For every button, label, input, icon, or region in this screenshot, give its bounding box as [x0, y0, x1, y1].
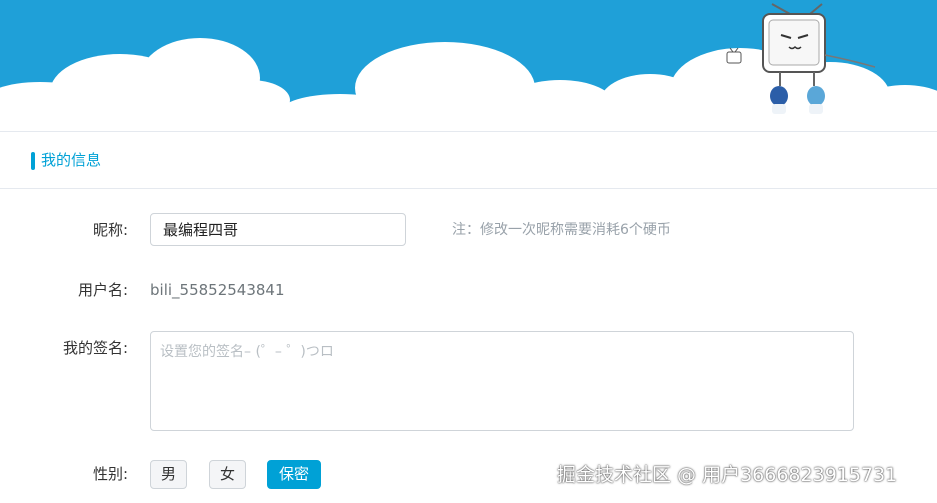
gender-female-button[interactable]: 女: [209, 460, 246, 489]
nickname-label: 昵称:: [92, 221, 128, 239]
header-banner: [0, 0, 937, 131]
signature-label: 我的签名:: [62, 339, 128, 357]
watermark-text: 掘金技术社区 @ 用户3666823915731: [557, 464, 898, 486]
gender-secret-button[interactable]: 保密: [267, 460, 321, 489]
gender-label: 性别:: [92, 465, 128, 483]
section-accent-bar: [31, 152, 35, 170]
username-label: 用户名:: [77, 281, 128, 299]
section-title: 我的信息: [41, 151, 102, 169]
cloud-banner-illustration: [0, 0, 937, 131]
gender-male-button[interactable]: 男: [150, 460, 187, 489]
nickname-input[interactable]: [150, 213, 406, 246]
nickname-note: 注：修改一次昵称需要消耗6个硬币: [452, 222, 671, 238]
username-value: bili_55852543841: [150, 281, 285, 299]
signature-textarea[interactable]: [150, 331, 854, 431]
section-header: 我的信息: [0, 132, 937, 189]
